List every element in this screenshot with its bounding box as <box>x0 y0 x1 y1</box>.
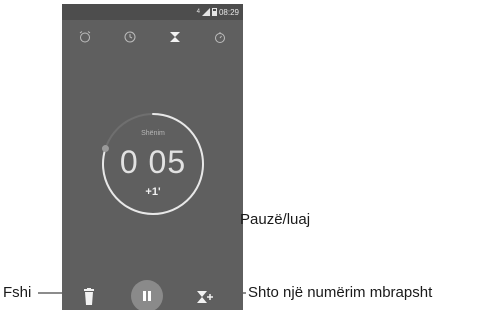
add-hourglass-icon <box>197 291 213 303</box>
add-timer-callout-text: Shto një numërim mbrapsht <box>248 284 433 301</box>
tab-timer[interactable] <box>164 26 186 48</box>
stopwatch-icon <box>215 32 226 43</box>
tab-bar <box>62 26 243 48</box>
signal-indicator: 4 <box>196 9 200 15</box>
trash-icon <box>84 288 94 305</box>
delete-button[interactable] <box>81 288 97 306</box>
status-time: 08:29 <box>218 7 239 17</box>
tab-alarm[interactable] <box>74 26 96 48</box>
tab-clock[interactable] <box>119 26 141 48</box>
delete-callout-text: Fshi <box>3 284 32 301</box>
battery-icon <box>211 8 217 16</box>
timer-time: 0 05 <box>119 144 187 180</box>
add-timer-button[interactable] <box>196 288 214 306</box>
phone-screen: 4 08:29 Shënim 0 05 +1' <box>62 4 243 310</box>
pause-icon <box>143 291 151 301</box>
timer-ring: Shënim 0 05 +1' <box>95 106 211 222</box>
alarm-icon <box>79 31 90 43</box>
status-bar: 4 08:29 <box>62 4 243 20</box>
pause-callout-text: Pauzë/luaj <box>240 211 311 228</box>
signal-icon <box>201 8 210 16</box>
hourglass-icon <box>170 32 181 42</box>
clock-icon <box>124 31 136 43</box>
annotated-screenshot: 4 08:29 Shënim 0 05 +1' Pauzë/luaj Fshi … <box>0 0 484 312</box>
timer-label[interactable]: Shënim <box>95 130 211 137</box>
tab-stopwatch[interactable] <box>209 26 231 48</box>
add-one-minute-button[interactable]: +1' <box>95 186 211 198</box>
pause-play-button[interactable] <box>131 280 163 310</box>
bottom-controls <box>62 280 243 310</box>
